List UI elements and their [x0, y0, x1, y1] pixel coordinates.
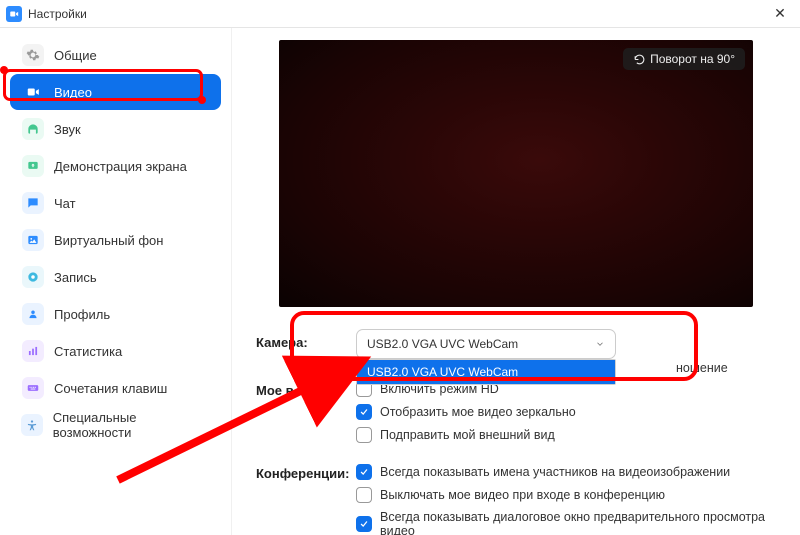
- chevron-down-icon: [595, 339, 605, 349]
- checkbox-icon: [356, 516, 372, 532]
- close-button[interactable]: ✕: [766, 0, 794, 28]
- sidebar-item-statistics[interactable]: Статистика: [10, 333, 221, 369]
- sidebar-item-label: Общие: [54, 48, 97, 63]
- sidebar-item-video[interactable]: Видео: [10, 74, 221, 110]
- sidebar-item-shortcuts[interactable]: Сочетания клавиш: [10, 370, 221, 406]
- checkbox-label: Отобразить мое видео зеркально: [380, 405, 576, 419]
- gear-icon: [22, 44, 44, 66]
- sidebar-item-chat[interactable]: Чат: [10, 185, 221, 221]
- checkbox-label: Подправить мой внешний вид: [380, 428, 555, 442]
- sidebar: Общие Видео Звук Демонстрация экрана Чат…: [0, 28, 232, 535]
- checkbox-icon: [356, 464, 372, 480]
- content-pane: Поворот на 90° Камера: USB2.0 VGA UVC We…: [232, 28, 800, 535]
- camera-select[interactable]: USB2.0 VGA UVC WebCam: [356, 329, 616, 359]
- camera-dropdown: USB2.0 VGA UVC WebCam: [356, 359, 616, 385]
- sidebar-item-label: Специальные возможности: [53, 410, 209, 440]
- sidebar-item-label: Запись: [54, 270, 97, 285]
- video-preview: Поворот на 90°: [279, 40, 753, 307]
- sidebar-item-label: Сочетания клавиш: [54, 381, 167, 396]
- partial-text: ношение: [676, 361, 728, 375]
- camera-dropdown-option[interactable]: USB2.0 VGA UVC WebCam: [357, 360, 615, 384]
- rotate-button[interactable]: Поворот на 90°: [623, 48, 745, 70]
- checkbox-label: Всегда показывать диалоговое окно предва…: [380, 510, 776, 535]
- titlebar: Настройки ✕: [0, 0, 800, 28]
- sidebar-item-label: Статистика: [54, 344, 122, 359]
- checkbox-icon: [356, 487, 372, 503]
- video-icon: [22, 81, 44, 103]
- checkbox-label: Всегда показывать имена участников на ви…: [380, 465, 730, 479]
- sidebar-item-audio[interactable]: Звук: [10, 111, 221, 147]
- background-icon: [22, 229, 44, 251]
- checkbox-touchup[interactable]: Подправить мой внешний вид: [356, 427, 776, 443]
- sidebar-item-label: Звук: [54, 122, 81, 137]
- sidebar-item-label: Видео: [54, 85, 92, 100]
- share-screen-icon: [22, 155, 44, 177]
- conference-label: Конференции:: [256, 460, 356, 481]
- sidebar-item-label: Демонстрация экрана: [54, 159, 187, 174]
- keyboard-icon: [22, 377, 44, 399]
- accessibility-icon: [22, 414, 43, 436]
- camera-label: Камера:: [256, 329, 356, 350]
- stats-icon: [22, 340, 44, 362]
- camera-select-value: USB2.0 VGA UVC WebCam: [367, 337, 518, 351]
- sidebar-item-label: Чат: [54, 196, 76, 211]
- window-title: Настройки: [28, 7, 766, 21]
- checkbox-mirror[interactable]: Отобразить мое видео зеркально: [356, 404, 776, 420]
- sidebar-item-label: Виртуальный фон: [54, 233, 163, 248]
- checkbox-preview-dialog[interactable]: Всегда показывать диалоговое окно предва…: [356, 510, 776, 535]
- my-video-label: Мое в: [256, 377, 356, 398]
- sidebar-item-share[interactable]: Демонстрация экрана: [10, 148, 221, 184]
- sidebar-item-general[interactable]: Общие: [10, 37, 221, 73]
- sidebar-item-profile[interactable]: Профиль: [10, 296, 221, 332]
- record-icon: [22, 266, 44, 288]
- checkbox-mute-video[interactable]: Выключать мое видео при входе в конферен…: [356, 487, 776, 503]
- profile-icon: [22, 303, 44, 325]
- rotate-icon: [633, 53, 646, 66]
- headphones-icon: [22, 118, 44, 140]
- checkbox-icon: [356, 404, 372, 420]
- sidebar-item-background[interactable]: Виртуальный фон: [10, 222, 221, 258]
- sidebar-item-recording[interactable]: Запись: [10, 259, 221, 295]
- chat-icon: [22, 192, 44, 214]
- checkbox-label: Выключать мое видео при входе в конферен…: [380, 488, 665, 502]
- rotate-label: Поворот на 90°: [650, 52, 735, 66]
- app-icon: [6, 6, 22, 22]
- checkbox-icon: [356, 427, 372, 443]
- sidebar-item-accessibility[interactable]: Специальные возможности: [10, 407, 221, 443]
- checkbox-show-names[interactable]: Всегда показывать имена участников на ви…: [356, 464, 776, 480]
- sidebar-item-label: Профиль: [54, 307, 110, 322]
